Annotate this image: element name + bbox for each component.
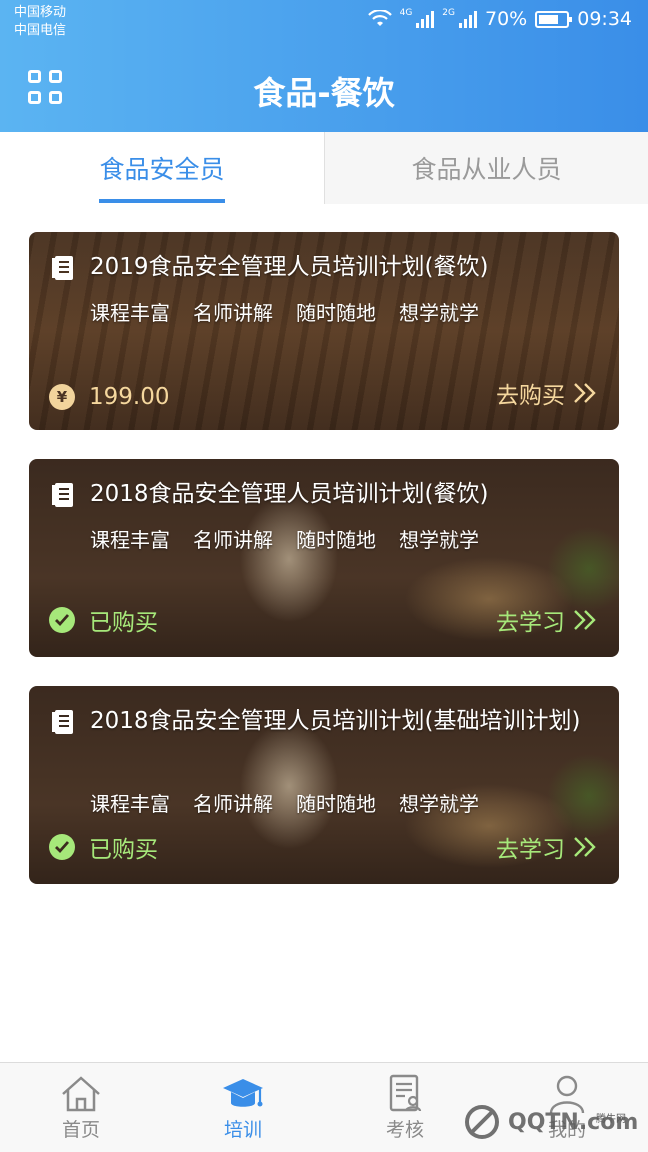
carrier-1: 中国移动	[14, 5, 67, 20]
nav-training-label: 培训	[223, 1119, 262, 1141]
price-info: ¥ 199.00	[49, 384, 169, 410]
check-circle-icon	[49, 607, 75, 633]
tab-active-indicator	[99, 199, 225, 203]
buy-button[interactable]: 去购买	[496, 376, 597, 410]
document-icon	[52, 710, 73, 734]
course-title: 2019食品安全管理人员培训计划(餐饮)	[90, 254, 489, 280]
clock: 09:34	[577, 8, 632, 30]
battery-percent: 70%	[485, 8, 528, 30]
status-right: 4G 2G 70% 09:34	[367, 8, 632, 30]
course-card[interactable]: 2019食品安全管理人员培训计划(餐饮) 课程丰富 名师讲解 随时随地 想学就学…	[29, 232, 619, 430]
nav-training[interactable]: 培训	[162, 1063, 324, 1152]
course-tag: 想学就学	[399, 301, 479, 325]
graduation-cap-icon	[223, 1079, 263, 1107]
nav-home[interactable]: 首页	[0, 1063, 162, 1152]
double-chevron-right-icon	[574, 383, 596, 403]
course-card[interactable]: 2018食品安全管理人员培训计划(餐饮) 课程丰富 名师讲解 随时随地 想学就学…	[29, 459, 619, 657]
document-icon	[52, 483, 73, 507]
tab-food-safety-officer[interactable]: 食品安全员	[0, 132, 324, 204]
network-type-1: 4G	[399, 8, 413, 18]
course-tag: 名师讲解	[193, 301, 273, 325]
tab-food-workers[interactable]: 食品从业人员	[324, 132, 648, 204]
signal-2-icon	[459, 10, 477, 28]
purchased-label: 已购买	[89, 837, 158, 863]
network-type-2: 2G	[442, 8, 455, 18]
buy-label: 去购买	[496, 383, 565, 409]
carrier-info: 中国移动 中国电信	[14, 4, 66, 40]
study-label: 去学习	[496, 837, 565, 863]
course-card[interactable]: 2018食品安全管理人员培训计划(基础培训计划) 课程丰富 名师讲解 随时随地 …	[29, 686, 619, 884]
battery-icon	[535, 10, 573, 28]
status-bar: 中国移动 中国电信 4G 2G 70% 09:34	[0, 0, 648, 44]
double-chevron-right-icon	[574, 610, 596, 630]
course-tag: 随时随地	[296, 301, 376, 325]
course-title: 2018食品安全管理人员培训计划(餐饮)	[90, 481, 489, 507]
purchase-status: 已购买	[49, 830, 158, 864]
nav-home-label: 首页	[61, 1119, 100, 1141]
exam-icon	[389, 1074, 422, 1112]
study-button[interactable]: 去学习	[496, 603, 597, 637]
document-icon	[52, 256, 73, 280]
watermark-logo-icon	[465, 1105, 499, 1139]
course-tag: 想学就学	[399, 792, 479, 816]
course-tag: 随时随地	[296, 792, 376, 816]
course-tag: 名师讲解	[193, 528, 273, 552]
course-tags: 课程丰富 名师讲解 随时随地 想学就学	[90, 788, 479, 817]
home-icon	[62, 1076, 100, 1112]
course-tag: 随时随地	[296, 528, 376, 552]
signal-1-icon	[416, 10, 435, 28]
wifi-icon	[367, 10, 392, 26]
purchase-status: 已购买	[49, 603, 158, 637]
study-button[interactable]: 去学习	[496, 830, 597, 864]
course-tag: 名师讲解	[193, 792, 273, 816]
course-tag: 课程丰富	[90, 528, 170, 552]
course-tags: 课程丰富 名师讲解 随时随地 想学就学	[90, 297, 479, 326]
carrier-2: 中国电信	[14, 23, 67, 38]
price-value: 199.00	[89, 384, 170, 410]
watermark-small-text: 腾牛网	[596, 1114, 626, 1125]
course-tag: 想学就学	[399, 528, 479, 552]
page-title: 食品-餐饮	[253, 74, 395, 112]
double-chevron-right-icon	[574, 837, 596, 857]
course-tags: 课程丰富 名师讲解 随时随地 想学就学	[90, 524, 479, 553]
course-title: 2018食品安全管理人员培训计划(基础培训计划)	[90, 708, 581, 734]
study-label: 去学习	[496, 610, 565, 636]
purchased-label: 已购买	[89, 610, 158, 636]
category-tabs: 食品安全员 食品从业人员	[0, 132, 648, 204]
course-tag: 课程丰富	[90, 792, 170, 816]
nav-exam-label: 考核	[385, 1119, 424, 1141]
yen-icon: ¥	[49, 384, 75, 410]
app-header: 中国移动 中国电信 4G 2G 70% 09:34 食品-餐饮	[0, 0, 648, 132]
course-tag: 课程丰富	[90, 301, 170, 325]
check-circle-icon	[49, 834, 75, 860]
